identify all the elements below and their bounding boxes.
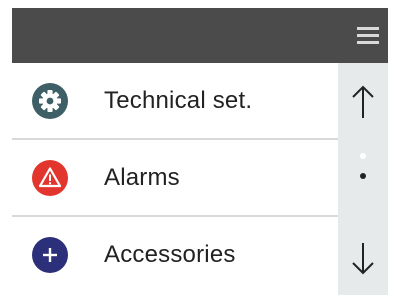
- scrollbar: [338, 63, 388, 295]
- menu-item-label: Alarms: [104, 164, 180, 191]
- arrow-down-icon[interactable]: [338, 233, 388, 283]
- page-indicator-dot: [360, 153, 366, 159]
- menu-item-label: Technical set.: [104, 87, 253, 114]
- menu-item-alarms[interactable]: Alarms: [12, 140, 338, 217]
- menu-screen: Technical set. Alarms Accessories: [12, 8, 388, 295]
- menu-list: Technical set. Alarms Accessories: [12, 63, 338, 295]
- gear-icon: [32, 83, 68, 119]
- menu-item-technical-settings[interactable]: Technical set.: [12, 63, 338, 140]
- menu-item-label: Accessories: [104, 241, 236, 268]
- plus-icon: [32, 237, 68, 273]
- menu-item-accessories[interactable]: Accessories: [12, 217, 338, 294]
- arrow-up-icon[interactable]: [338, 78, 388, 128]
- hamburger-menu-icon[interactable]: [357, 25, 379, 45]
- warning-icon: [32, 160, 68, 196]
- top-bar: [12, 8, 388, 63]
- page-indicator-dot-active: [360, 173, 366, 179]
